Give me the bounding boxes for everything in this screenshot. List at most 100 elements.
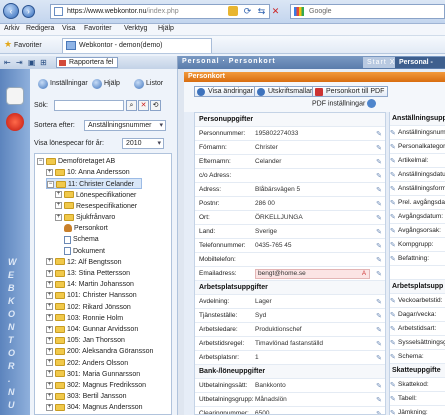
tree-node[interactable]: Personkort [55, 223, 108, 234]
menu-visa[interactable]: Visa [62, 25, 76, 32]
edit-icon[interactable]: ✎ [390, 339, 396, 347]
edit-icon[interactable]: ✎ [390, 409, 396, 415]
expand-icon[interactable]: ⊞ [40, 58, 47, 67]
pdf-settings-link[interactable]: PDF inställningar [312, 99, 377, 108]
expand-icon[interactable]: + [46, 392, 53, 400]
stop-icon[interactable]: ✕ [270, 6, 281, 17]
edit-icon[interactable]: ✎ [390, 353, 396, 361]
tree-node[interactable]: +13: Stina Pettersson [46, 268, 130, 279]
edit-icon[interactable]: ✎ [376, 200, 382, 208]
expand-icon[interactable]: + [55, 202, 62, 210]
edit-icon[interactable]: ✎ [376, 214, 382, 222]
expand-icon[interactable]: + [46, 280, 53, 288]
edit-icon[interactable]: ✎ [390, 143, 396, 151]
edit-icon[interactable]: ✎ [376, 186, 382, 194]
search-icon[interactable]: ⌕ [126, 100, 137, 111]
pdf-button[interactable]: Personkort till PDF [312, 86, 389, 97]
menu-hjalp[interactable]: Hjälp [158, 25, 174, 32]
edit-icon[interactable]: ✎ [390, 199, 396, 207]
expand-icon[interactable]: + [55, 191, 62, 199]
browser-tab[interactable]: Webkontor - demon(demo) [62, 38, 212, 53]
edit-icon[interactable]: ✎ [390, 241, 396, 249]
report-error-button[interactable]: Rapportera fel [56, 57, 119, 68]
expand-icon[interactable]: + [46, 381, 53, 389]
menu-favoriter[interactable]: Favoriter [84, 25, 112, 32]
edit-icon[interactable]: ✎ [390, 171, 396, 179]
expand-icon[interactable]: + [46, 359, 53, 367]
tree-node[interactable]: +303: Bertil Jansson [46, 391, 127, 402]
collapse-icon[interactable]: − [37, 157, 44, 165]
tree-node[interactable]: +302: Magnus Fredriksson [46, 380, 146, 391]
clear-icon[interactable]: ✕ [138, 100, 149, 111]
arrow-right-icon[interactable]: ⇥ [16, 58, 23, 67]
edit-icon[interactable]: ✎ [376, 410, 382, 414]
collapse-icon[interactable]: − [47, 181, 54, 189]
edit-icon[interactable]: ✎ [390, 213, 396, 221]
edit-icon[interactable]: ✎ [376, 382, 382, 390]
tree-node[interactable]: − 11: Christer Celander [46, 178, 142, 190]
expand-icon[interactable]: + [46, 404, 53, 412]
edit-icon[interactable]: ✎ [376, 158, 382, 166]
edit-icon[interactable]: ✎ [390, 325, 396, 333]
lock-icon[interactable] [228, 6, 238, 16]
edit-icon[interactable]: ✎ [390, 255, 396, 263]
refresh-icon[interactable]: ⟲ [150, 100, 161, 111]
back-icon[interactable]: ‹ [3, 3, 19, 19]
tree-node[interactable]: +10: Anna Andersson [46, 167, 130, 178]
edit-icon[interactable]: ✎ [390, 227, 396, 235]
tree-node[interactable]: +103: Ronnie Holm [46, 313, 123, 324]
edit-icon[interactable]: ✎ [390, 395, 396, 403]
edit-icon[interactable]: ✎ [376, 396, 382, 404]
edit-icon[interactable]: ✎ [390, 381, 396, 389]
tree-node[interactable]: +12: Alf Bengtsson [46, 257, 121, 268]
edit-icon[interactable]: ✎ [376, 340, 382, 348]
menu-verktyg[interactable]: Verktyg [124, 25, 147, 32]
edit-icon[interactable]: ✎ [376, 130, 382, 138]
edit-icon[interactable]: ✎ [376, 354, 382, 362]
tree-node[interactable]: − Demoföretaget AB [37, 156, 115, 167]
sort-select[interactable]: Anställningsnummer [84, 120, 166, 131]
edit-icon[interactable]: ✎ [376, 228, 382, 236]
search-input[interactable] [54, 100, 124, 111]
start-tab[interactable]: Start X [363, 57, 400, 68]
print-templates-button[interactable]: Utskriftsmallar [254, 86, 317, 97]
tree-node[interactable]: +301: Maria Gunnarsson [46, 369, 140, 380]
power-icon[interactable] [6, 113, 24, 131]
expand-icon[interactable]: + [46, 292, 53, 300]
edit-icon[interactable]: ✎ [376, 326, 382, 334]
tree-node[interactable]: + Resespecifikationer [55, 201, 137, 212]
refresh-icon[interactable]: ⟳ [242, 6, 253, 17]
edit-icon[interactable]: ✎ [376, 298, 382, 306]
tree-node[interactable]: + Sjukfrånvaro [55, 212, 115, 223]
edit-icon[interactable]: ✎ [376, 312, 382, 320]
edit-icon[interactable]: ✎ [376, 270, 382, 278]
browser-search-input[interactable]: Google [290, 4, 445, 19]
settings-button[interactable]: Inställningar [38, 78, 88, 90]
edit-icon[interactable]: ✎ [376, 172, 382, 180]
window-icon[interactable]: ▣ [28, 58, 36, 67]
tree-node[interactable]: +14: Martin Johansson [46, 279, 134, 290]
year-select[interactable]: 2010 [122, 138, 164, 149]
expand-icon[interactable]: + [46, 314, 53, 322]
menu-arkiv[interactable]: Arkiv [4, 25, 20, 32]
tree-node[interactable]: +304: Magnus Andersson [46, 402, 143, 413]
expand-icon[interactable]: + [46, 303, 53, 311]
tree-node[interactable]: Dokument [55, 246, 105, 257]
home-icon[interactable] [6, 87, 24, 105]
edit-icon[interactable]: ✎ [376, 256, 382, 264]
tree-node[interactable]: +105: Jan Thorsson [46, 335, 125, 346]
expand-icon[interactable]: + [46, 348, 53, 356]
favorites-button[interactable]: ★ Favoriter [4, 39, 42, 51]
edit-icon[interactable]: ✎ [376, 144, 382, 152]
edit-icon[interactable]: ✎ [376, 242, 382, 250]
menu-redigera[interactable]: Redigera [26, 25, 54, 32]
tree-node[interactable]: +101: Christer Hansson [46, 290, 137, 301]
expand-icon[interactable]: + [46, 370, 53, 378]
edit-icon[interactable]: ✎ [390, 129, 396, 137]
expand-icon[interactable]: + [46, 258, 53, 266]
expand-icon[interactable]: + [46, 325, 53, 333]
tree-node[interactable]: +104: Gunnar Arvidsson [46, 324, 138, 335]
expand-icon[interactable]: + [46, 168, 53, 176]
edit-icon[interactable]: ✎ [390, 311, 396, 319]
tree-node[interactable]: + Lönespecifikationer [55, 190, 136, 201]
